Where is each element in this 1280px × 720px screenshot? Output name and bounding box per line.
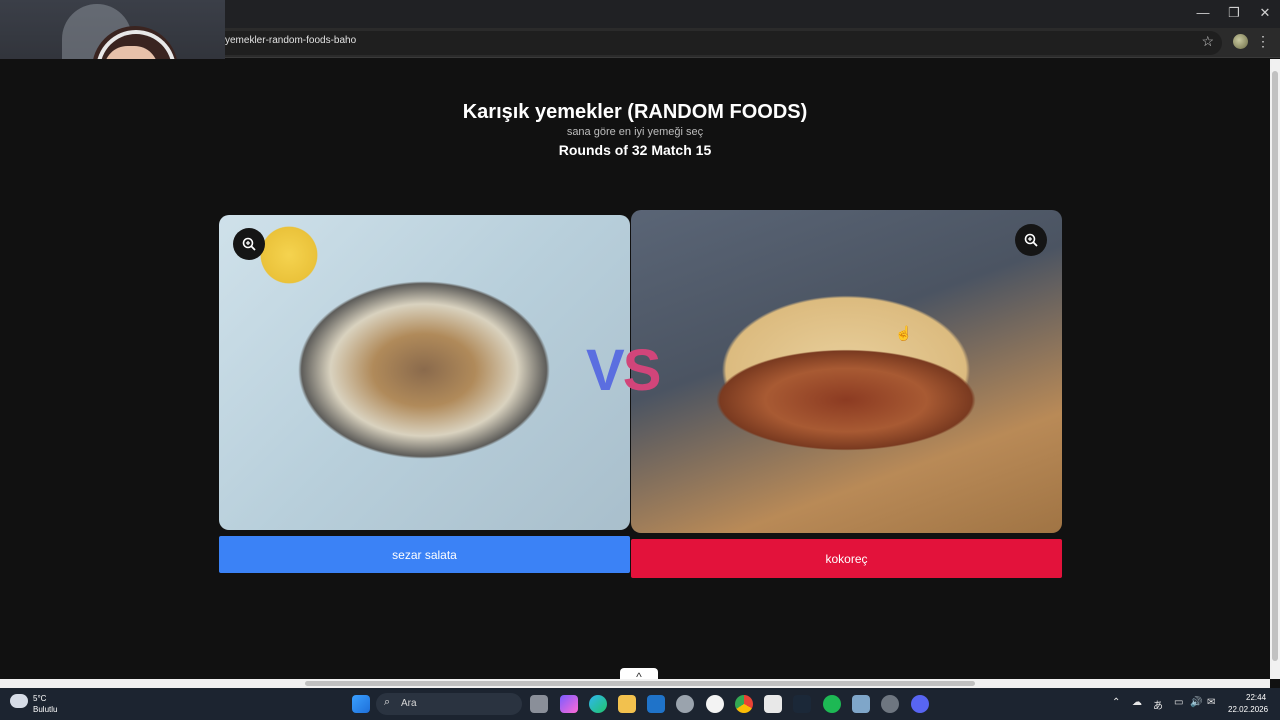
left-choice-button[interactable]: sezar salata — [219, 536, 630, 573]
left-food-image[interactable] — [219, 215, 630, 530]
right-food-image[interactable] — [631, 210, 1062, 533]
taskbar-search-box[interactable] — [376, 693, 522, 715]
weather-description[interactable]: Bulutlu — [33, 705, 57, 714]
vs-letter-v: V — [586, 338, 625, 403]
vertical-scrollbar[interactable] — [1270, 59, 1280, 679]
restore-button[interactable]: ❐ — [1219, 4, 1249, 22]
file-explorer-icon[interactable] — [618, 695, 636, 713]
horizontal-scroll-thumb[interactable] — [305, 681, 975, 686]
volume-icon[interactable]: 🔊 — [1190, 697, 1202, 708]
chrome-icon[interactable] — [735, 695, 753, 713]
bookmark-star-icon[interactable]: ☆ — [1201, 33, 1214, 50]
discord-icon[interactable] — [911, 695, 929, 713]
settings-gear-icon[interactable] — [676, 695, 694, 713]
page-title: Karışık yemekler (RANDOM FOODS) — [462, 101, 808, 123]
network-icon[interactable]: ▭ — [1174, 697, 1183, 708]
zoom-in-icon[interactable] — [1015, 224, 1047, 256]
copilot-icon[interactable] — [560, 695, 578, 713]
url-text[interactable]: yemekler-random-foods-baho — [225, 35, 356, 46]
notification-icon[interactable]: ✉ — [1207, 697, 1215, 708]
vertical-scroll-thumb[interactable] — [1272, 71, 1278, 661]
outlook-icon[interactable] — [647, 695, 665, 713]
steam-icon[interactable] — [793, 695, 811, 713]
close-window-button[interactable]: ✕ — [1250, 4, 1280, 22]
game-launcher-icon[interactable] — [881, 695, 899, 713]
spotify-icon[interactable] — [823, 695, 841, 713]
task-view-icon[interactable] — [530, 695, 548, 713]
app-icon[interactable] — [852, 695, 870, 713]
search-icon: ⌕ — [384, 696, 391, 708]
round-info: Rounds of 32 Match 15 — [558, 142, 712, 158]
tray-overflow-chevron-icon[interactable]: ⌃ — [1112, 697, 1120, 708]
zoom-in-icon[interactable] — [233, 228, 265, 260]
page-content: Karışık yemekler (RANDOM FOODS) sana gör… — [0, 59, 1270, 686]
clock-date[interactable]: 22.02.2026 — [1228, 705, 1268, 714]
right-choice-button[interactable]: kokoreç — [631, 539, 1062, 578]
page-subtitle: sana göre en iyi yemeği seç — [566, 126, 704, 138]
weather-temperature[interactable]: 5°C — [33, 694, 46, 703]
windows-taskbar: 5°C Bulutlu ⌕ Ara ⌃ ☁ あ ▭ 🔊 ✉ 22:44 22.0… — [0, 688, 1280, 720]
profile-avatar-icon[interactable] — [1233, 34, 1248, 49]
hand-cursor-icon: ☝ — [895, 325, 913, 341]
edge-icon[interactable] — [589, 695, 607, 713]
browser-menu-icon[interactable]: ⋮ — [1256, 33, 1270, 50]
store-icon[interactable] — [764, 695, 782, 713]
minimize-button[interactable]: — — [1188, 4, 1218, 22]
taskbar-search-label[interactable]: Ara — [401, 698, 417, 709]
start-icon[interactable] — [352, 695, 370, 713]
yandex-browser-icon[interactable] — [706, 695, 724, 713]
vs-letter-s: S — [622, 338, 662, 403]
horizontal-scrollbar[interactable] — [0, 679, 1270, 688]
weather-cloud-icon[interactable] — [10, 694, 28, 708]
clock-time[interactable]: 22:44 — [1246, 693, 1266, 702]
vs-badge: VS — [586, 337, 662, 404]
onedrive-icon[interactable]: ☁ — [1132, 697, 1142, 708]
language-icon[interactable]: あ — [1153, 697, 1163, 712]
